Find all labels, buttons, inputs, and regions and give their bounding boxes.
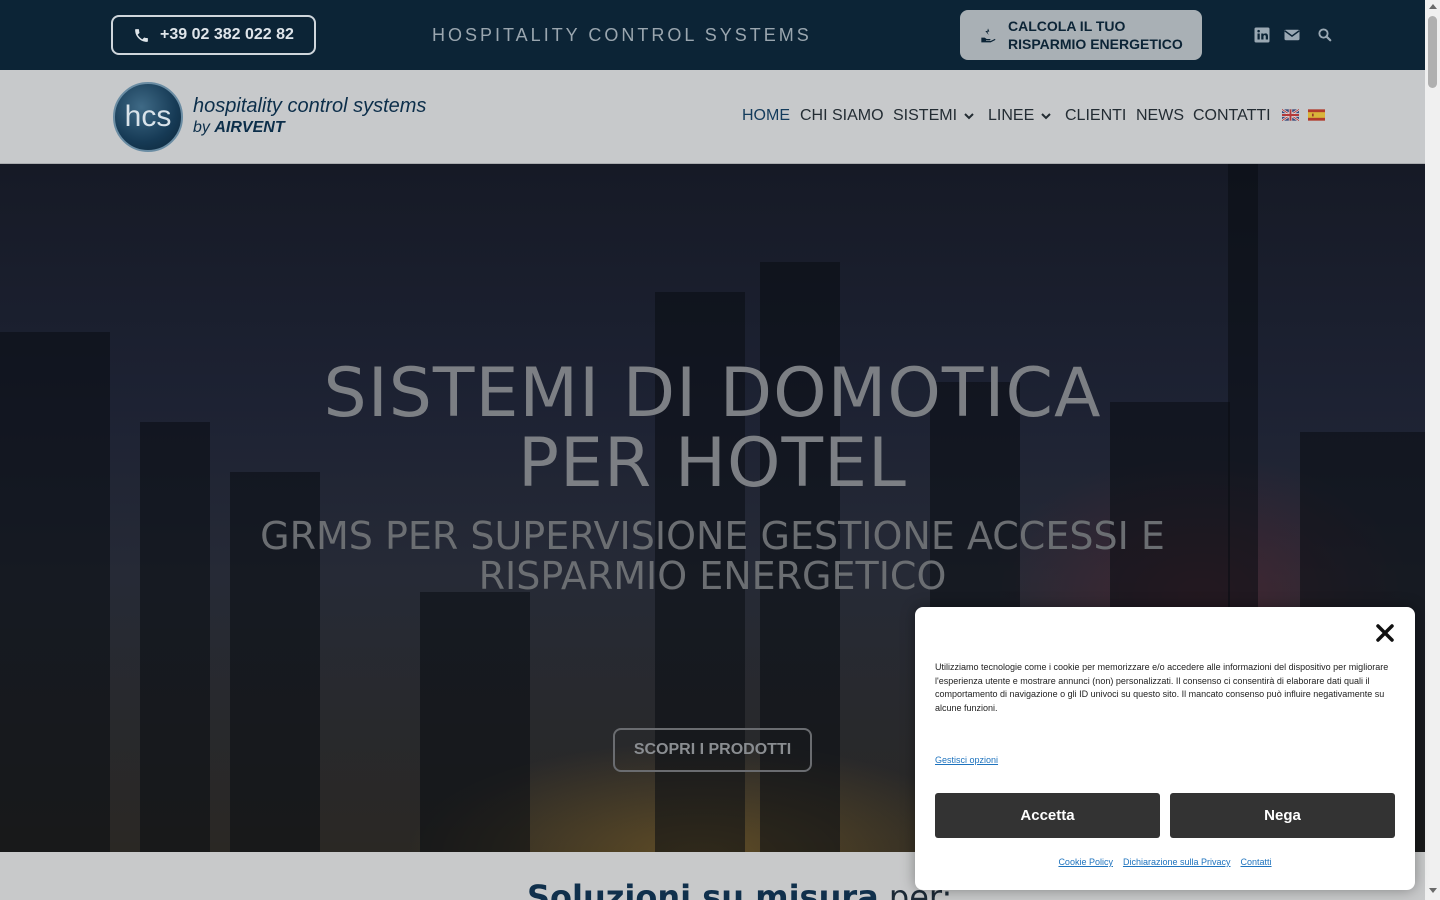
scroll-down-arrow-icon[interactable] — [1429, 888, 1437, 893]
accept-button[interactable]: Accetta — [935, 793, 1160, 838]
cookie-consent-dialog: Utilizziamo tecnologie come i cookie per… — [915, 607, 1415, 890]
email-icon[interactable] — [1282, 25, 1302, 45]
nav-contacts[interactable]: CONTATTI — [1193, 107, 1271, 125]
logo-wordmark[interactable]: hospitality control systems — [193, 95, 426, 118]
calculate-savings-button[interactable]: CALCOLA IL TUO RISPARMIO ENERGETICO — [960, 10, 1202, 60]
section-title-bold: Soluzioni su misura — [527, 878, 879, 900]
phone-number: +39 02 382 022 82 — [160, 26, 294, 43]
top-tagline: HOSPITALITY CONTROL SYSTEMS — [432, 25, 812, 45]
calc-label-line1: CALCOLA IL TUO — [1008, 18, 1126, 34]
hero-subtitle-line2: RISPARMIO ENERGETICO — [478, 554, 947, 598]
site-header: hcs hospitality control systems by AIRVE… — [0, 70, 1425, 164]
contacts-link[interactable]: Contatti — [1241, 857, 1272, 867]
nav-systems[interactable]: SISTEMI — [893, 107, 975, 125]
scrollbar-thumb[interactable] — [1428, 16, 1437, 88]
discover-products-button[interactable]: SCOPRI I PRODOTTI — [613, 728, 812, 772]
hero-title-line1: SISTEMI DI DOMOTICA — [323, 354, 1102, 433]
hero-subtitle: GRMS PER SUPERVISIONE GESTIONE ACCESSI E… — [0, 516, 1425, 596]
linkedin-icon[interactable] — [1252, 25, 1272, 45]
privacy-statement-link[interactable]: Dichiarazione sulla Privacy — [1123, 857, 1231, 867]
close-icon[interactable] — [1375, 623, 1395, 643]
nav-news[interactable]: NEWS — [1136, 107, 1184, 125]
logo-by: by — [193, 119, 210, 136]
cookie-footer-links: Cookie Policy Dichiarazione sulla Privac… — [915, 857, 1415, 867]
nav-home[interactable]: HOME — [742, 107, 790, 125]
nav-about[interactable]: CHI SIAMO — [800, 107, 884, 125]
hand-energy-icon — [981, 28, 996, 43]
spain-flag-icon[interactable] — [1308, 109, 1325, 121]
nav-lines[interactable]: LINEE — [988, 107, 1052, 125]
cookie-message: Utilizziamo tecnologie come i cookie per… — [935, 662, 1389, 713]
search-icon[interactable] — [1315, 25, 1335, 45]
nav-systems-label: SISTEMI — [893, 107, 958, 124]
hero-title-line2: PER HOTEL — [518, 424, 907, 503]
chevron-down-icon — [964, 113, 974, 120]
logo-brand: AIRVENT — [214, 119, 285, 136]
top-bar: +39 02 382 022 82 HOSPITALITY CONTROL SY… — [0, 0, 1425, 70]
deny-button[interactable]: Nega — [1170, 793, 1395, 838]
hero-title: SISTEMI DI DOMOTICA PER HOTEL — [0, 359, 1425, 499]
scrollbar-track[interactable] — [1425, 0, 1440, 900]
nav-clients[interactable]: CLIENTI — [1065, 107, 1126, 125]
chevron-down-icon — [1041, 113, 1051, 120]
section-title: Soluzioni su misura per: — [527, 878, 952, 900]
cookie-policy-link[interactable]: Cookie Policy — [1058, 857, 1113, 867]
phone-icon — [135, 28, 148, 42]
logo-byline[interactable]: by AIRVENT — [193, 119, 285, 137]
calc-label-line2: RISPARMIO ENERGETICO — [1008, 36, 1183, 52]
logo-initials: hcs — [124, 100, 172, 133]
phone-button[interactable]: +39 02 382 022 82 — [111, 15, 316, 55]
manage-options-link[interactable]: Gestisci opzioni — [935, 755, 998, 765]
hero-subtitle-line1: GRMS PER SUPERVISIONE GESTIONE ACCESSI E — [260, 514, 1165, 558]
logo-mark[interactable]: hcs — [113, 82, 183, 152]
nav-lines-label: LINEE — [988, 107, 1035, 124]
scroll-up-arrow-icon[interactable] — [1429, 4, 1437, 9]
skyline-building — [420, 592, 530, 852]
uk-flag-icon[interactable] — [1282, 109, 1299, 121]
